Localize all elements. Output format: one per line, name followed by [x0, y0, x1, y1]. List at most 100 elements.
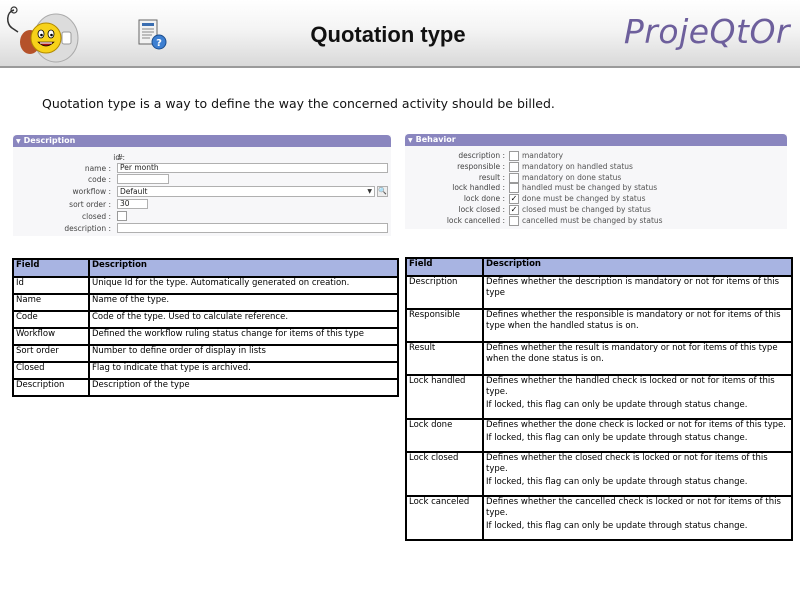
field-description-table-right: Field Description Description Defines whe…	[405, 257, 793, 541]
behavior-panel-title: Behavior	[415, 135, 456, 144]
description-cell: Description of the type	[88, 378, 399, 397]
description-line: Defines whether the description is manda…	[486, 277, 780, 298]
description-line: Defines whether the cancelled check is l…	[486, 497, 781, 518]
table-header-row: Field Description	[12, 258, 399, 278]
field-cell: Name	[12, 293, 90, 312]
behavior-checkbox[interactable]	[509, 183, 519, 194]
behavior-checkbox[interactable]	[509, 151, 519, 161]
description-cell: Name of the type.	[88, 293, 399, 312]
description-line: If locked, this flag can only be update …	[486, 521, 748, 531]
behavior-panel-header[interactable]: ▼ Behavior	[405, 134, 787, 146]
sort-order-input[interactable]: 30	[117, 199, 148, 209]
field-cell: Description	[12, 378, 90, 397]
page-title: Quotation type	[310, 22, 466, 47]
brand-logo: ProjeQtOr	[623, 12, 790, 51]
behavior-row-text: closed must be changed by status	[522, 205, 651, 214]
sort-order-label: sort order :	[69, 200, 111, 209]
field-cell: Workflow	[12, 327, 90, 346]
closed-checkbox[interactable]	[117, 211, 127, 221]
behavior-row-label: result :	[478, 172, 505, 182]
description-panel-title: Description	[23, 136, 76, 145]
description-cell: Unique Id for the type. Automatically ge…	[88, 276, 399, 295]
field-cell: Lock done	[405, 418, 484, 453]
table-row: Sort order Number to define order of disp…	[12, 344, 399, 363]
table-row: Code Code of the type. Used to calculate …	[12, 310, 399, 329]
table-row: Result Defines whether the result is mand…	[405, 341, 793, 376]
right-table-body: Description Defines whether the descripti…	[405, 275, 793, 541]
code-label: code :	[88, 175, 111, 184]
field-cell: Lock canceled	[405, 495, 484, 541]
description-cell: Defines whether the closed check is lock…	[482, 451, 793, 497]
dropdown-arrow-icon[interactable]: ▼	[367, 187, 372, 196]
table-header-row: Field Description	[405, 257, 793, 277]
field-cell: Description	[405, 275, 484, 310]
description-cell: Defines whether the cancelled check is l…	[482, 495, 793, 541]
description-label: description :	[64, 224, 111, 233]
behavior-checkbox[interactable]	[509, 172, 519, 183]
field-description-table-left: Field Description Id Unique Id for the ty…	[12, 258, 399, 397]
behavior-row-text: mandatory on handled status	[522, 161, 633, 171]
description-column-header: Description	[482, 257, 793, 277]
description-cell: Defines whether the result is mandatory …	[482, 341, 793, 376]
workflow-select[interactable]: Default ▼	[117, 186, 375, 197]
table-row: Lock handled Defines whether the handled …	[405, 374, 793, 420]
description-input[interactable]	[117, 223, 388, 233]
description-panel-header[interactable]: ▼ Description	[13, 135, 391, 147]
table-row: Lock done Defines whether the done check …	[405, 418, 793, 453]
description-line: Defines whether the responsible is manda…	[486, 310, 781, 331]
table-row: Workflow Defined the workflow ruling stat…	[12, 327, 399, 346]
behavior-row-label: lock done :	[463, 194, 505, 204]
name-label: name :	[84, 164, 111, 173]
field-cell: Lock handled	[405, 374, 484, 420]
description-line: Defines whether the handled check is loc…	[486, 376, 775, 397]
collapse-triangle-icon[interactable]: ▼	[408, 137, 413, 144]
behavior-row-label: responsible :	[457, 161, 505, 171]
behavior-checkbox[interactable]	[509, 215, 519, 226]
description-cell: Defined the workflow ruling status chang…	[88, 327, 399, 346]
table-row: Closed Flag to indicate that type is arch…	[12, 361, 399, 380]
field-cell: Id	[12, 276, 90, 295]
description-cell: Flag to indicate that type is archived.	[88, 361, 399, 380]
header-bar: ? Quotation type ProjeQtOr	[0, 0, 800, 68]
name-input[interactable]: Per month	[117, 163, 388, 173]
description-cell: Number to define order of display in lis…	[88, 344, 399, 363]
field-cell: Code	[12, 310, 90, 329]
behavior-row-text: mandatory on done status	[522, 172, 622, 182]
description-line: If locked, this flag can only be update …	[486, 433, 748, 443]
help-document-icon[interactable]: ?	[136, 18, 170, 52]
description-cell: Code of the type. Used to calculate refe…	[88, 310, 399, 329]
left-table-body: Id Unique Id for the type. Automatically …	[12, 276, 399, 397]
field-column-header: Field	[405, 257, 484, 277]
behavior-row-text: done must be changed by status	[522, 194, 646, 204]
table-row: Lock canceled Defines whether the cancell…	[405, 495, 793, 541]
description-cell: Defines whether the handled check is loc…	[482, 374, 793, 420]
field-cell: Closed	[12, 361, 90, 380]
field-cell: Sort order	[12, 344, 90, 363]
workflow-label: workflow :	[72, 187, 111, 196]
behavior-row-text: cancelled must be changed by status	[522, 215, 663, 225]
smiley-mascot-icon	[4, 2, 84, 66]
workflow-select-value: Default	[120, 187, 148, 196]
behavior-row-label: lock closed :	[458, 205, 505, 214]
description-line: If locked, this flag can only be update …	[486, 477, 748, 487]
description-line: Defines whether the closed check is lock…	[486, 453, 768, 474]
svg-text:?: ?	[156, 38, 162, 49]
search-icon[interactable]: 🔍	[377, 186, 388, 197]
description-cell: Defines whether the description is manda…	[482, 275, 793, 310]
table-row: Description Defines whether the descripti…	[405, 275, 793, 310]
behavior-checkbox[interactable]: ✓	[509, 205, 519, 215]
table-row: Responsible Defines whether the responsib…	[405, 308, 793, 343]
behavior-row-text: handled must be changed by status	[522, 183, 658, 193]
behavior-checkbox[interactable]: ✓	[509, 194, 519, 205]
behavior-checkbox[interactable]	[509, 161, 519, 172]
id-label: id :	[113, 153, 125, 162]
behavior-row-label: lock handled :	[452, 183, 505, 193]
description-line: Defines whether the result is mandatory …	[486, 343, 778, 364]
field-column-header: Field	[12, 258, 90, 278]
checkmark-icon: ✓	[510, 194, 518, 204]
table-row: Id Unique Id for the type. Automatically …	[12, 276, 399, 295]
code-input[interactable]	[117, 174, 169, 184]
field-cell: Lock closed	[405, 451, 484, 497]
collapse-triangle-icon[interactable]: ▼	[16, 138, 21, 145]
table-row: Lock closed Defines whether the closed ch…	[405, 451, 793, 497]
